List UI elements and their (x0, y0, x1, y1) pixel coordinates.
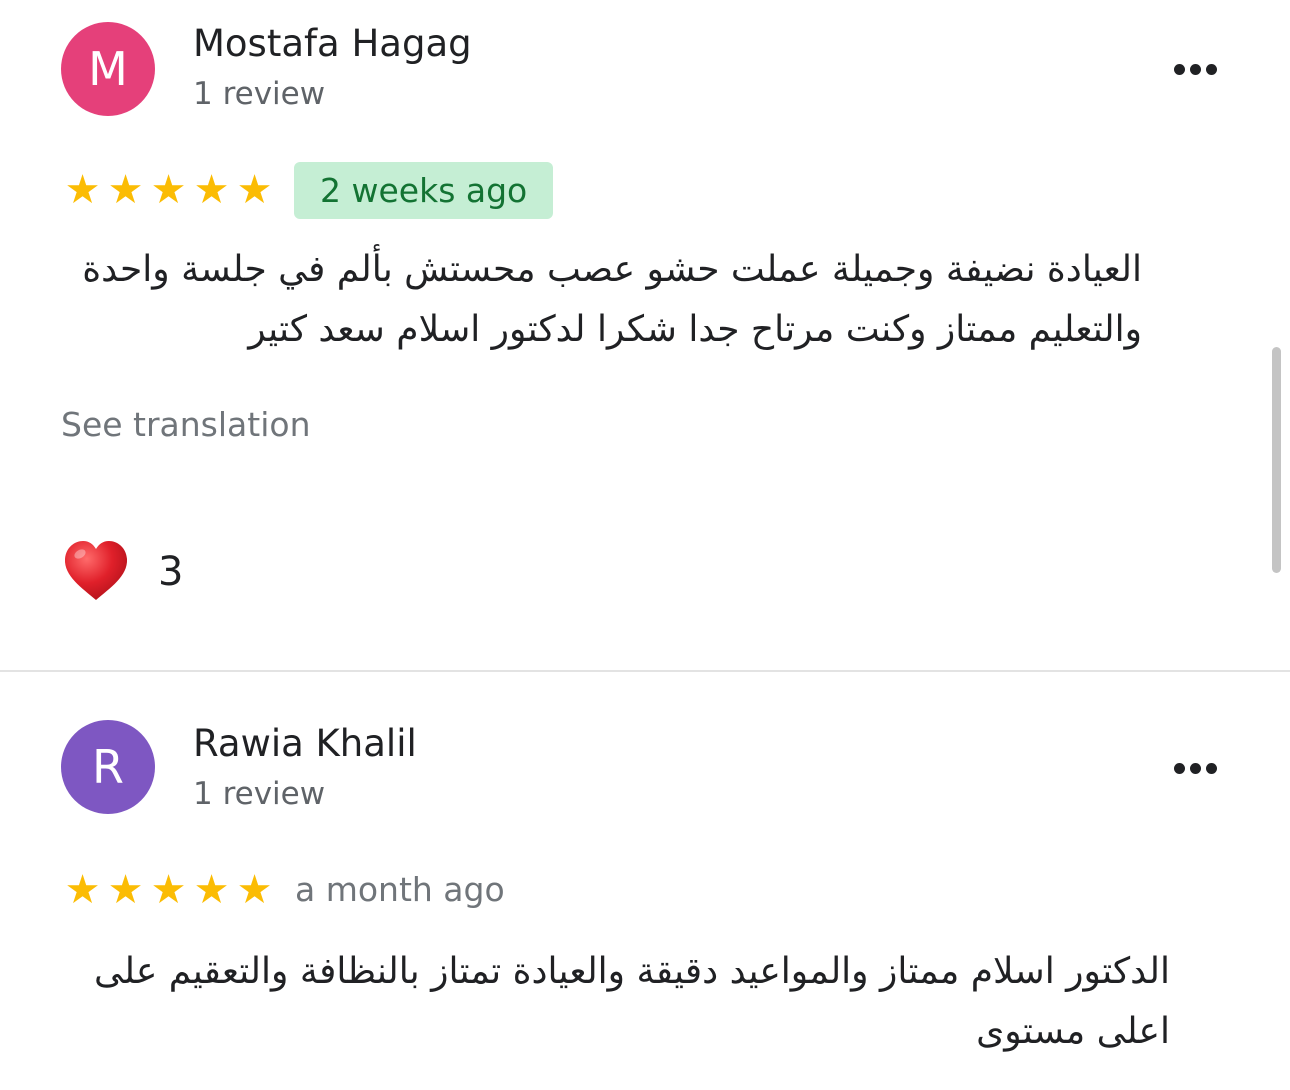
avatar[interactable]: R (61, 720, 155, 814)
star-icon: ★ (236, 867, 273, 913)
reaction-count: 3 (158, 549, 184, 595)
avatar[interactable]: M (61, 22, 155, 116)
more-dot-icon (1189, 762, 1201, 774)
more-dot-icon (1173, 762, 1185, 774)
more-dot-icon (1205, 762, 1217, 774)
star-rating: ★ ★ ★ ★ ★ (62, 168, 275, 212)
star-icon: ★ (150, 867, 187, 913)
star-icon: ★ (193, 867, 230, 913)
more-dot-icon (1173, 63, 1185, 75)
review-text: الدكتور اسلام ممتاز والمواعيد دقيقة والع… (93, 951, 1170, 1052)
heart-icon[interactable] (62, 538, 130, 606)
review-card: R Rawia Khalil 1 review ★ ★ ★ ★ ★ a month ag… (0, 672, 1270, 1090)
review-date-badge: 2 weeks ago (294, 162, 554, 219)
review-card: M Mostafa Hagag 1 review ★ ★ ★ ★ ★ 2 weeks a… (0, 0, 1270, 670)
more-dot-icon (1189, 63, 1201, 75)
star-icon: ★ (107, 867, 144, 913)
star-icon: ★ (64, 867, 101, 913)
review-text: العيادة نضيفة وجميلة عملت حشو عصب محستش … (82, 249, 1142, 350)
reviewer-name[interactable]: Rawia Khalil (193, 722, 417, 765)
star-icon: ★ (193, 167, 230, 213)
reviewer-name[interactable]: Mostafa Hagag (193, 22, 472, 65)
more-dot-icon (1205, 63, 1217, 75)
star-icon: ★ (236, 167, 273, 213)
star-icon: ★ (150, 167, 187, 213)
more-options-button[interactable] (1165, 753, 1225, 783)
more-options-button[interactable] (1165, 54, 1225, 84)
see-translation-link[interactable]: See translation (61, 405, 310, 444)
star-icon: ★ (107, 167, 144, 213)
reviewer-review-count: 1 review (193, 776, 326, 812)
reviewer-review-count: 1 review (193, 76, 326, 112)
star-icon: ★ (64, 167, 101, 213)
star-rating: ★ ★ ★ ★ ★ (62, 868, 275, 912)
review-date: a month ago (295, 870, 505, 909)
reaction[interactable]: 3 (62, 538, 183, 606)
scrollbar[interactable] (1272, 347, 1281, 573)
